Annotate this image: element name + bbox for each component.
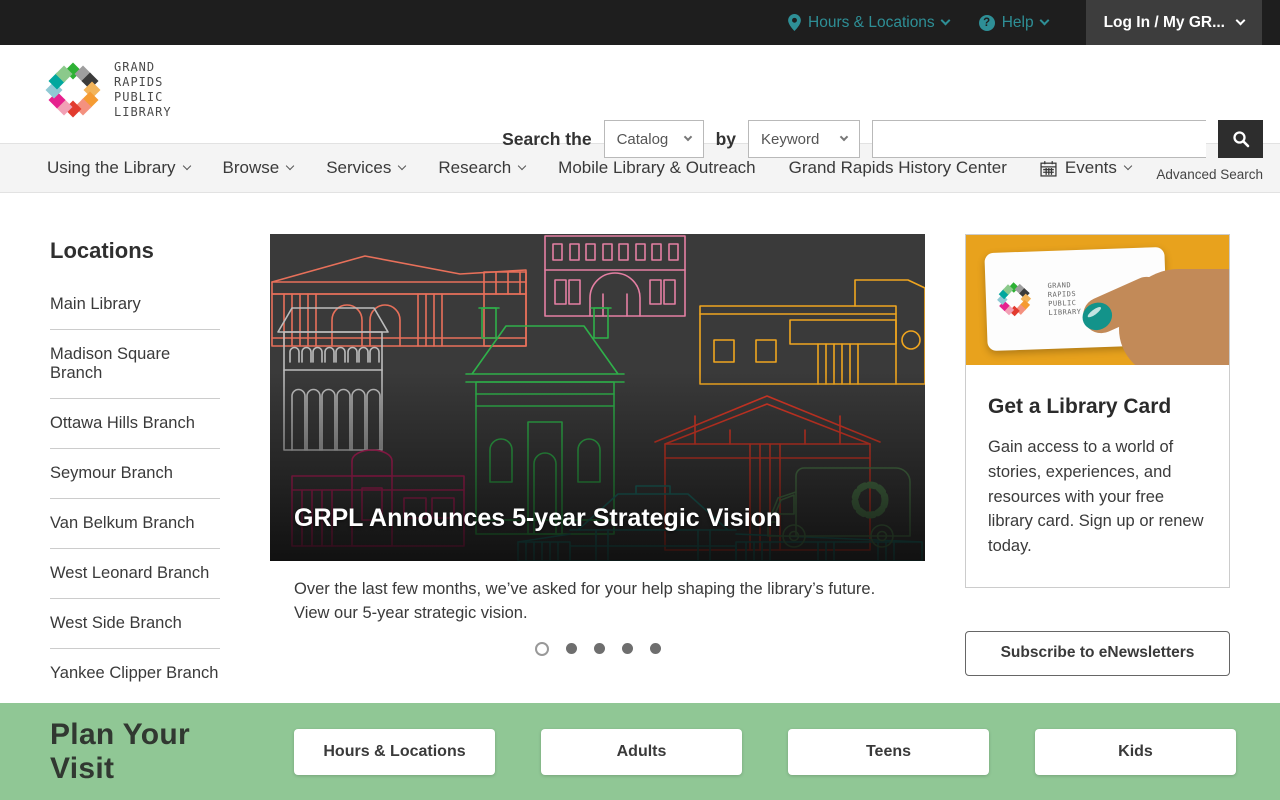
nav-label: Browse bbox=[223, 158, 280, 178]
sidebar-item-ottawa-hills[interactable]: Ottawa Hills Branch bbox=[50, 399, 220, 449]
library-card-body: Get a Library Card Gain access to a worl… bbox=[966, 365, 1229, 587]
search-by-label: by bbox=[716, 129, 736, 150]
logo-line: LIBRARY bbox=[114, 105, 172, 120]
carousel-dots bbox=[270, 642, 925, 656]
library-card-photo: GRAND RAPIDS PUBLIC LIBRARY bbox=[966, 235, 1229, 365]
subscribe-enewsletters-button[interactable]: Subscribe to eNewsletters bbox=[965, 631, 1230, 676]
chevron-down-icon bbox=[182, 162, 190, 170]
carousel-dot[interactable] bbox=[566, 643, 577, 654]
chevron-down-icon bbox=[840, 133, 848, 141]
question-circle-icon: ? bbox=[979, 15, 995, 31]
logo-line: RAPIDS bbox=[114, 75, 172, 90]
logo-ring-icon bbox=[47, 64, 99, 116]
magnifier-icon bbox=[1232, 130, 1250, 148]
help-label: Help bbox=[1002, 14, 1034, 32]
search-input[interactable] bbox=[872, 120, 1206, 158]
nav-services[interactable]: Services bbox=[326, 158, 405, 178]
library-card-text: Gain access to a world of stories, exper… bbox=[988, 435, 1207, 559]
sidebar-item-madison-square[interactable]: Madison Square Branch bbox=[50, 330, 220, 399]
site-logo[interactable]: GRAND RAPIDS PUBLIC LIBRARY bbox=[47, 60, 172, 120]
nav-browse[interactable]: Browse bbox=[223, 158, 294, 178]
search-field-select[interactable]: Keyword bbox=[748, 120, 860, 158]
sidebar-item-west-side[interactable]: West Side Branch bbox=[50, 599, 220, 649]
search-scope-select[interactable]: Catalog bbox=[604, 120, 704, 158]
logo-line: GRAND bbox=[114, 60, 172, 75]
hours-locations-label: Hours & Locations bbox=[808, 14, 935, 32]
nav-label: Services bbox=[326, 158, 391, 178]
chevron-down-icon bbox=[940, 16, 950, 26]
chevron-down-icon bbox=[1039, 16, 1049, 26]
nav-label: Research bbox=[438, 158, 511, 178]
nav-using-the-library[interactable]: Using the Library bbox=[47, 158, 190, 178]
carousel-dot[interactable] bbox=[594, 643, 605, 654]
main-content: Locations Main Library Madison Square Br… bbox=[0, 193, 1280, 703]
sidebar-item-yankee-clipper[interactable]: Yankee Clipper Branch bbox=[50, 649, 220, 698]
sidebar-item-seymour[interactable]: Seymour Branch bbox=[50, 449, 220, 499]
login-menu-button[interactable]: Log In / My GR... bbox=[1086, 0, 1262, 45]
plan-kids-button[interactable]: Kids bbox=[1035, 729, 1236, 775]
sidebar-item-main-library[interactable]: Main Library bbox=[50, 280, 220, 330]
location-pin-icon bbox=[788, 14, 801, 31]
search-prefix-label: Search the bbox=[502, 129, 591, 150]
library-card-wordmark: GRAND RAPIDS PUBLIC LIBRARY bbox=[1047, 281, 1081, 319]
nav-label: Using the Library bbox=[47, 158, 176, 178]
plan-teens-button[interactable]: Teens bbox=[788, 729, 989, 775]
library-card-promo[interactable]: GRAND RAPIDS PUBLIC LIBRARY Get a Librar… bbox=[965, 234, 1230, 588]
sidebar-item-west-leonard[interactable]: West Leonard Branch bbox=[50, 549, 220, 599]
right-column: GRAND RAPIDS PUBLIC LIBRARY Get a Librar… bbox=[965, 234, 1230, 703]
locations-title: Locations bbox=[50, 238, 220, 264]
logo-ring-icon bbox=[997, 283, 1030, 316]
plan-your-visit-band: Plan Your Visit Hours & Locations Adults… bbox=[0, 703, 1280, 800]
locations-sidebar: Locations Main Library Madison Square Br… bbox=[50, 234, 220, 703]
utility-bar: Hours & Locations ? Help Log In / My GR.… bbox=[0, 0, 1280, 45]
login-label: Log In / My GR... bbox=[1104, 14, 1225, 32]
carousel-dot[interactable] bbox=[622, 643, 633, 654]
hours-locations-link[interactable]: Hours & Locations bbox=[788, 14, 949, 32]
sidebar-item-van-belkum[interactable]: Van Belkum Branch bbox=[50, 499, 220, 549]
carousel-headline[interactable]: GRPL Announces 5-year Strategic Vision bbox=[294, 504, 781, 533]
carousel-dot[interactable] bbox=[535, 642, 549, 656]
plan-your-visit-title: Plan Your Visit bbox=[50, 718, 248, 786]
logo-line: PUBLIC bbox=[114, 90, 172, 105]
chevron-down-icon bbox=[683, 133, 691, 141]
logo-line: LIBRARY bbox=[1048, 308, 1081, 318]
carousel-description: Over the last few months, we’ve asked fo… bbox=[294, 578, 901, 626]
carousel-column: GRPL Announces 5-year Strategic Vision O… bbox=[270, 234, 925, 703]
advanced-search-link[interactable]: Advanced Search bbox=[502, 167, 1263, 182]
plan-hours-locations-button[interactable]: Hours & Locations bbox=[294, 729, 495, 775]
search-area: Search the Catalog by Keyword Advanced S… bbox=[502, 120, 1263, 182]
help-link[interactable]: ? Help bbox=[979, 14, 1048, 32]
logo-wordmark: GRAND RAPIDS PUBLIC LIBRARY bbox=[114, 60, 172, 120]
plan-adults-button[interactable]: Adults bbox=[541, 729, 742, 775]
chevron-down-icon bbox=[286, 162, 294, 170]
search-scope-value: Catalog bbox=[617, 131, 669, 148]
search-button[interactable] bbox=[1218, 120, 1263, 158]
chevron-down-icon bbox=[1236, 16, 1246, 26]
site-header: GRAND RAPIDS PUBLIC LIBRARY Search the C… bbox=[0, 45, 1280, 143]
search-field-value: Keyword bbox=[761, 131, 819, 148]
carousel-dot[interactable] bbox=[650, 643, 661, 654]
chevron-down-icon bbox=[398, 162, 406, 170]
library-card-title: Get a Library Card bbox=[988, 395, 1207, 419]
carousel-slide[interactable]: GRPL Announces 5-year Strategic Vision bbox=[270, 234, 925, 561]
